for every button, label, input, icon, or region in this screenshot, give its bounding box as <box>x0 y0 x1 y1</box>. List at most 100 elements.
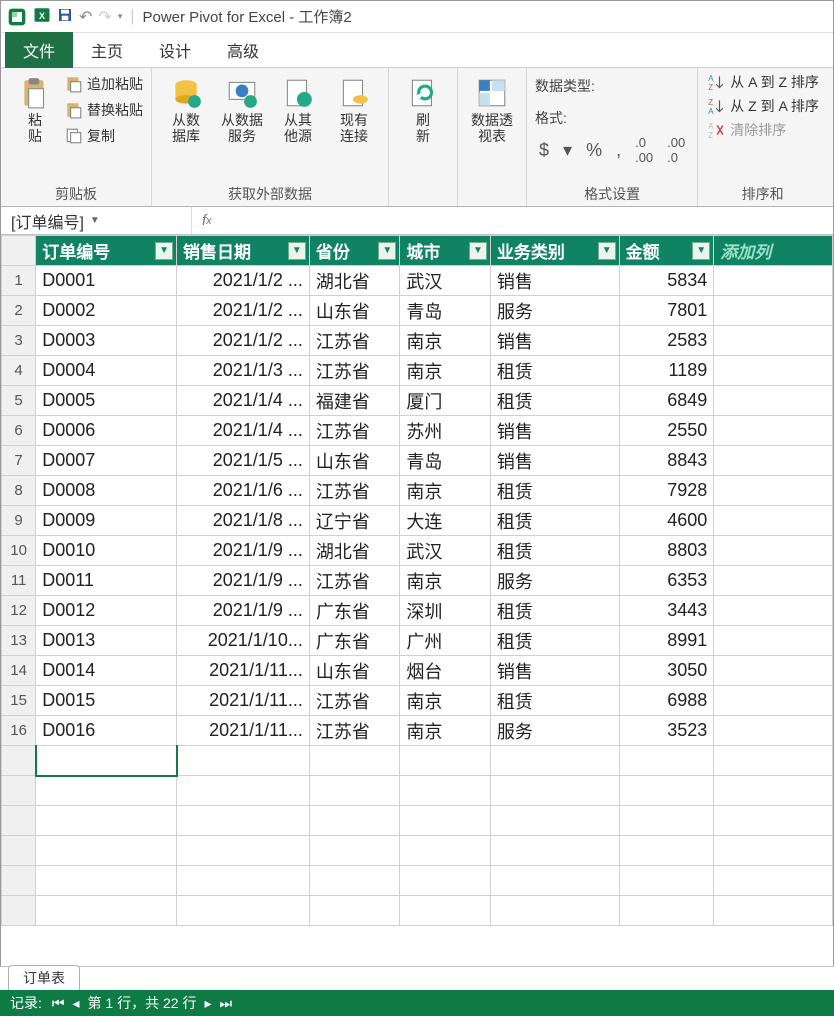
cell-biz[interactable]: 服务 <box>490 566 619 596</box>
row-header[interactable]: 13 <box>2 626 36 656</box>
cell-add[interactable] <box>714 266 833 296</box>
cell-city[interactable]: 苏州 <box>400 416 491 446</box>
from-database-button[interactable]: 从数 据库 <box>160 72 212 144</box>
cell-city[interactable]: 武汉 <box>400 266 491 296</box>
cell-add[interactable] <box>714 626 833 656</box>
cell-biz[interactable]: 销售 <box>490 266 619 296</box>
row-header[interactable]: 15 <box>2 686 36 716</box>
cell-amount[interactable]: 8803 <box>619 536 714 566</box>
cell-city[interactable]: 大连 <box>400 506 491 536</box>
cell-order-id[interactable]: D0001 <box>36 266 177 296</box>
row-header[interactable]: 11 <box>2 566 36 596</box>
cell-date[interactable]: 2021/1/2 ... <box>177 266 310 296</box>
cell-add[interactable] <box>714 656 833 686</box>
cell-order-id[interactable]: D0010 <box>36 536 177 566</box>
cell-order-id[interactable]: D0009 <box>36 506 177 536</box>
tab-design[interactable]: 设计 <box>141 32 209 68</box>
cell-province[interactable]: 江苏省 <box>309 716 400 746</box>
cell-order-id[interactable]: D0015 <box>36 686 177 716</box>
cell-province[interactable]: 湖北省 <box>309 266 400 296</box>
row-header[interactable]: 12 <box>2 596 36 626</box>
pivot-table-button[interactable]: 数据透 视表 <box>466 72 518 144</box>
tab-file[interactable]: 文件 <box>5 32 73 68</box>
cell-biz[interactable]: 销售 <box>490 416 619 446</box>
cell-province[interactable]: 广东省 <box>309 596 400 626</box>
cell-date[interactable]: 2021/1/5 ... <box>177 446 310 476</box>
cell-add[interactable] <box>714 716 833 746</box>
cell-add[interactable] <box>714 506 833 536</box>
table-row[interactable]: 3 D0003 2021/1/2 ... 江苏省 南京 销售 2583 <box>2 326 833 356</box>
cell-date[interactable]: 2021/1/2 ... <box>177 296 310 326</box>
cell-amount[interactable]: 8991 <box>619 626 714 656</box>
cell-order-id[interactable]: D0011 <box>36 566 177 596</box>
cell-date[interactable]: 2021/1/3 ... <box>177 356 310 386</box>
next-record-icon[interactable]: ▸ <box>204 995 211 1012</box>
row-header[interactable]: 10 <box>2 536 36 566</box>
cell-province[interactable]: 辽宁省 <box>309 506 400 536</box>
table-row[interactable]: 11 D0011 2021/1/9 ... 江苏省 南京 服务 6353 <box>2 566 833 596</box>
row-header[interactable]: 16 <box>2 716 36 746</box>
filter-dropdown-icon[interactable]: ▼ <box>469 242 487 260</box>
cell-order-id[interactable]: D0005 <box>36 386 177 416</box>
sheet-tab[interactable]: 订单表 <box>8 965 80 990</box>
last-record-icon[interactable]: ⏭ <box>219 995 232 1012</box>
col-biz-type[interactable]: 业务类别▼ <box>490 236 619 266</box>
cell-date[interactable]: 2021/1/4 ... <box>177 386 310 416</box>
redo-icon[interactable]: ↷ <box>98 7 111 27</box>
table-row[interactable]: 10 D0010 2021/1/9 ... 湖北省 武汉 租赁 8803 <box>2 536 833 566</box>
cell-add[interactable] <box>714 446 833 476</box>
cell-city[interactable]: 青岛 <box>400 446 491 476</box>
cell-biz[interactable]: 租赁 <box>490 596 619 626</box>
cell-date[interactable]: 2021/1/10... <box>177 626 310 656</box>
row-header[interactable]: 5 <box>2 386 36 416</box>
cell-add[interactable] <box>714 536 833 566</box>
col-add-column[interactable]: 添加列 <box>714 236 833 266</box>
paste-button[interactable]: 粘 贴 <box>9 72 61 144</box>
row-header[interactable]: 2 <box>2 296 36 326</box>
cell-province[interactable]: 江苏省 <box>309 476 400 506</box>
filter-dropdown-icon[interactable]: ▼ <box>692 242 710 260</box>
col-amount[interactable]: 金额▼ <box>619 236 714 266</box>
tab-advanced[interactable]: 高级 <box>209 32 277 68</box>
cell-city[interactable]: 南京 <box>400 686 491 716</box>
cell-biz[interactable]: 租赁 <box>490 626 619 656</box>
col-order-id[interactable]: 订单编号▼ <box>36 236 177 266</box>
cell-add[interactable] <box>714 596 833 626</box>
first-record-icon[interactable]: ⏮ <box>52 995 65 1012</box>
cell-date[interactable]: 2021/1/11... <box>177 656 310 686</box>
cell-province[interactable]: 江苏省 <box>309 326 400 356</box>
cell-biz[interactable]: 租赁 <box>490 356 619 386</box>
col-province[interactable]: 省份▼ <box>309 236 400 266</box>
row-header[interactable]: 6 <box>2 416 36 446</box>
cell-order-id[interactable]: D0008 <box>36 476 177 506</box>
cell-amount[interactable]: 4600 <box>619 506 714 536</box>
table-row[interactable]: 14 D0014 2021/1/11... 山东省 烟台 销售 3050 <box>2 656 833 686</box>
cell-add[interactable] <box>714 416 833 446</box>
cell-amount[interactable]: 6849 <box>619 386 714 416</box>
cell-biz[interactable]: 服务 <box>490 716 619 746</box>
save-icon[interactable] <box>57 7 73 26</box>
number-format-buttons[interactable]: $▾%,.0.00.00.0 <box>535 136 689 164</box>
table-row[interactable]: 15 D0015 2021/1/11... 江苏省 南京 租赁 6988 <box>2 686 833 716</box>
cell-add[interactable] <box>714 356 833 386</box>
tab-home[interactable]: 主页 <box>73 32 141 68</box>
row-header[interactable]: 1 <box>2 266 36 296</box>
cell-amount[interactable]: 3050 <box>619 656 714 686</box>
cell-biz[interactable]: 租赁 <box>490 506 619 536</box>
table-row[interactable]: 16 D0016 2021/1/11... 江苏省 南京 服务 3523 <box>2 716 833 746</box>
cell-city[interactable]: 武汉 <box>400 536 491 566</box>
filter-dropdown-icon[interactable]: ▼ <box>155 242 173 260</box>
cell-biz[interactable]: 服务 <box>490 296 619 326</box>
cell-add[interactable] <box>714 296 833 326</box>
table-row[interactable]: 13 D0013 2021/1/10... 广东省 广州 租赁 8991 <box>2 626 833 656</box>
table-row[interactable]: 5 D0005 2021/1/4 ... 福建省 厦门 租赁 6849 <box>2 386 833 416</box>
cell-date[interactable]: 2021/1/9 ... <box>177 566 310 596</box>
cell-amount[interactable]: 2583 <box>619 326 714 356</box>
cell-biz[interactable]: 租赁 <box>490 476 619 506</box>
cell-date[interactable]: 2021/1/8 ... <box>177 506 310 536</box>
cell-order-id[interactable]: D0012 <box>36 596 177 626</box>
cell-province[interactable]: 广东省 <box>309 626 400 656</box>
cell-biz[interactable]: 销售 <box>490 656 619 686</box>
row-header[interactable]: 14 <box>2 656 36 686</box>
cell-city[interactable]: 南京 <box>400 716 491 746</box>
